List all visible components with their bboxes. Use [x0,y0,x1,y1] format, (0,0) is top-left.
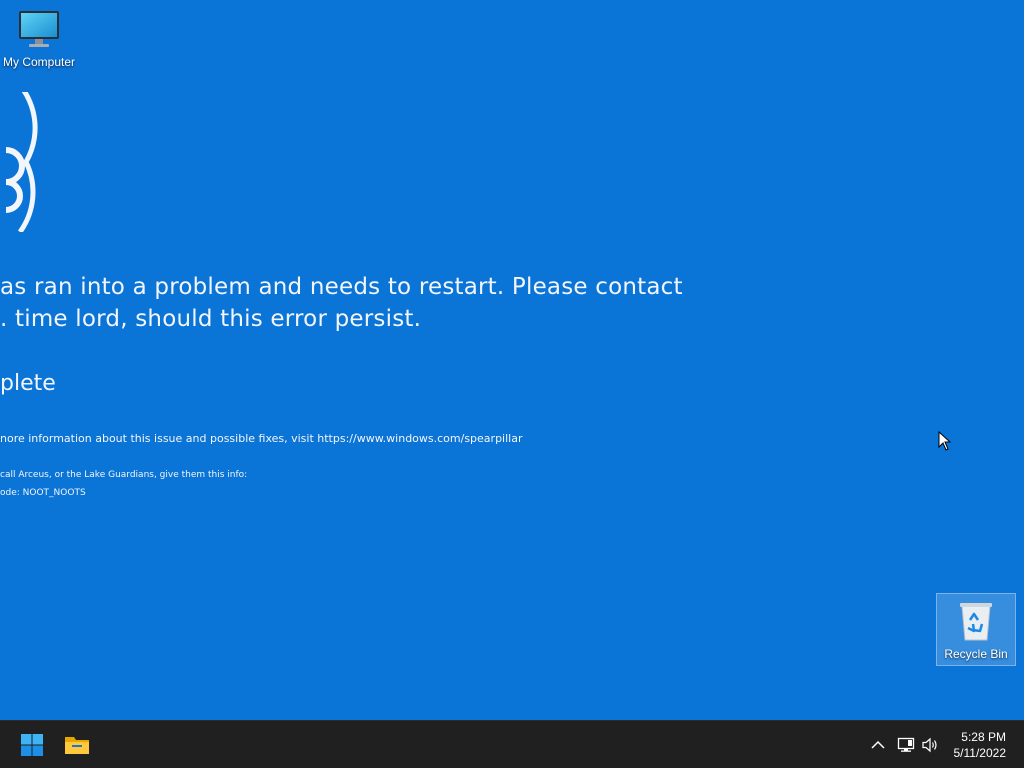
windows-start-icon [21,734,43,756]
error-message-line1: as ran into a problem and needs to resta… [0,274,683,300]
start-button[interactable] [14,727,50,763]
stop-code-text: ode: NOOT_NOOTS [0,488,86,498]
network-icon [897,737,915,752]
sad-face-icon [5,92,38,232]
volume-button[interactable] [920,735,940,755]
network-button[interactable] [896,735,916,755]
clock-date: 5/11/2022 [953,746,1007,760]
contact-text: call Arceus, or the Lake Guardians, give… [0,470,248,480]
recycle-bin-icon [960,603,992,641]
taskbar: 5:28 PM 5/11/2022 [0,720,1024,768]
show-hidden-icons-button[interactable] [868,735,888,755]
desktop-icon-label: Recycle Bin [944,647,1008,661]
error-message-line2: . time lord, should this error persist. [0,306,422,332]
desktop-icon-my-computer[interactable]: My Computer [0,8,78,69]
clock-time: 5:28 PM [961,730,1006,744]
file-explorer-button[interactable] [59,727,95,763]
desktop: as ran into a problem and needs to resta… [0,0,1024,720]
progress-text: plete [0,371,56,396]
info-text: nore information about this issue and po… [0,432,523,445]
monitor-icon [19,11,59,47]
desktop-icon-recycle-bin[interactable]: Recycle Bin [936,593,1016,666]
mouse-cursor-icon [938,431,952,451]
volume-icon [922,737,937,753]
file-explorer-icon [65,737,89,754]
chevron-up-icon [871,740,885,749]
system-clock[interactable]: 5:28 PM 5/11/2022 [954,729,1007,761]
desktop-icon-label: My Computer [2,55,76,69]
